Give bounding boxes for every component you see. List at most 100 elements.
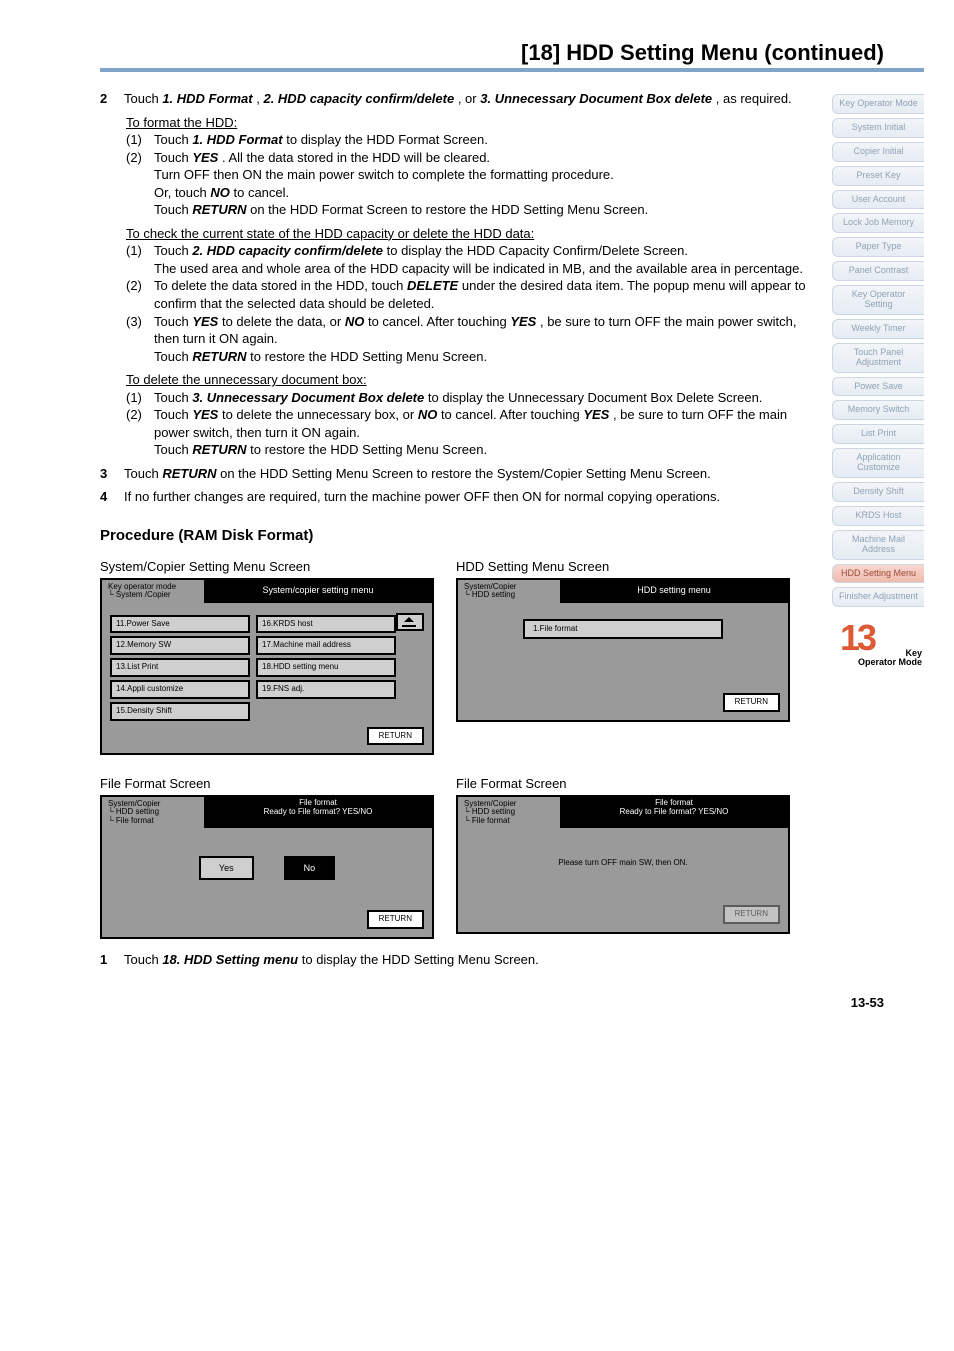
s2b1-pre: Touch [154,243,192,258]
s2b3-b3: YES [510,314,536,329]
step-number-4: 4 [100,488,114,506]
label-screen-hdd: HDD Setting Menu Screen [456,558,796,576]
ui3-crumb3: └ File format [108,817,198,825]
sidebar-tab-18[interactable]: HDD Setting Menu [832,564,924,584]
ui1-return-button[interactable]: RETURN [367,727,424,746]
menu-item-15[interactable]: 15.Density Shift [110,702,250,721]
step2-intro-b3: 3. Unnecessary Document Box delete [480,91,712,106]
s2b3-b2: NO [345,314,365,329]
step2-intro-mid2: , or [458,91,480,106]
sidebar-tab-19[interactable]: Finisher Adjustment [832,587,924,607]
s2b2-num: (2) [126,277,148,312]
s2c2-l2-pre: Touch [154,442,192,457]
s2c2-num: (2) [126,406,148,459]
sidebar-tab-17[interactable]: Machine Mail Address [832,530,924,560]
final-step-num: 1 [100,951,114,969]
s2b3-num: (3) [126,313,148,366]
menu-item-19[interactable]: 19.FNS adj. [256,680,396,699]
s2a2-l4-b: RETURN [192,202,246,217]
sidebar-tab-7[interactable]: Panel Contrast [832,261,924,281]
s2a2-l2: Turn OFF then ON the main power switch t… [154,166,822,184]
menu-item-18[interactable]: 18.HDD setting menu [256,658,396,677]
ui1-crumb2: └ System /Copier [108,591,198,599]
menu-item-11[interactable]: 11.Power Save [110,615,250,634]
sidebar-tab-5[interactable]: Lock Job Memory [832,213,924,233]
ui4-title2: Ready to File format? YES/NO [564,808,784,817]
sidebar-tab-6[interactable]: Paper Type [832,237,924,257]
s3-pre: Touch [124,466,162,481]
s2b1-post: to display the HDD Capacity Confirm/Dele… [387,243,688,258]
s2c2-mid: to delete the unnecessary box, or [222,407,418,422]
menu-item-16[interactable]: 16.KRDS host [256,615,396,634]
ui2-file-format-button[interactable]: 1.File format [523,619,723,640]
final-b: 18. HDD Setting menu [162,952,298,967]
step2-heading-capacity: To check the current state of the HDD ca… [126,225,822,243]
s2c1-pre: Touch [154,390,192,405]
ui3-title2: Ready to File format? YES/NO [208,808,428,817]
label-screen-sys: System/Copier Setting Menu Screen [100,558,440,576]
s2c2-l2-b: RETURN [192,442,246,457]
ui3-return-button[interactable]: RETURN [367,910,424,929]
step2-intro-b1: 1. HDD Format [162,91,252,106]
menu-item-13[interactable]: 13.List Print [110,658,250,677]
sidebar-tab-1[interactable]: System Initial [832,118,924,138]
ui2-return-button[interactable]: RETURN [723,693,780,712]
screenshot-system-copier-menu: Key operator mode └ System /Copier Syste… [100,578,434,756]
s2a2-pre: Touch [154,150,192,165]
ui3-no-button[interactable]: No [284,856,336,880]
page-title: [18] HDD Setting Menu (continued) [100,40,884,66]
menu-item-17[interactable]: 17.Machine mail address [256,636,396,655]
sidebar-tab-13[interactable]: List Print [832,424,924,444]
home-icon[interactable] [396,613,424,631]
procedure-heading: Procedure (RAM Disk Format) [100,526,822,546]
ui4-return-button: RETURN [723,905,780,924]
s2b3-pre: Touch [154,314,192,329]
s2b3-l2-pre: Touch [154,349,192,364]
s2c1-post: to display the Unnecessary Document Box … [428,390,763,405]
sidebar-tab-15[interactable]: Density Shift [832,482,924,502]
sidebar-tab-16[interactable]: KRDS Host [832,506,924,526]
s3-b: RETURN [162,466,216,481]
s2c2-pre: Touch [154,407,192,422]
ui1-title: System/copier setting menu [204,580,432,603]
sidebar-tab-14[interactable]: Application Customize [832,448,924,478]
s2c1-num: (1) [126,389,148,407]
s2a2-post: . All the data stored in the HDD will be… [222,150,490,165]
s2b1-num: (1) [126,242,148,277]
chapter-label: KeyOperator Mode [858,649,922,668]
sidebar-tab-9[interactable]: Weekly Timer [832,319,924,339]
sidebar-tab-2[interactable]: Copier Initial [832,142,924,162]
menu-item-14[interactable]: 14.Appli customize [110,680,250,699]
screenshot-file-format-yesno: System/Copier └ HDD setting └ File forma… [100,795,434,939]
sidebar-tab-4[interactable]: User Account [832,190,924,210]
label-screen-fileformat1: File Format Screen [100,775,440,793]
sidebar-tab-12[interactable]: Memory Switch [832,400,924,420]
final-pre: Touch [124,952,162,967]
sidebar-tab-0[interactable]: Key Operator Mode [832,94,924,114]
s2a1-num: (1) [126,131,148,149]
ui3-yes-button[interactable]: Yes [199,856,254,880]
sidebar-tab-8[interactable]: Key Operator Setting [832,285,924,315]
menu-item-12[interactable]: 12.Memory SW [110,636,250,655]
s2a2-l4-post: on the HDD Format Screen to restore the … [250,202,648,217]
label-screen-fileformat2: File Format Screen [456,775,796,793]
ui2-title: HDD setting menu [560,580,788,603]
screenshot-hdd-setting-menu: System/Copier └ HDD setting HDD setting … [456,578,790,722]
ui4-message: Please turn OFF main SW, then ON. [466,836,780,899]
sidebar-tab-11[interactable]: Power Save [832,377,924,397]
s2a1-b: 1. HDD Format [192,132,282,147]
s2b3-b1: YES [192,314,218,329]
sidebar-tab-3[interactable]: Preset Key [832,166,924,186]
s2a1-pre: Touch [154,132,192,147]
chapter-badge: 13KeyOperator Mode [832,617,924,667]
s2a2-l3-pre: Or, touch [154,185,210,200]
step-number-3: 3 [100,465,114,483]
s2b2-pre: To delete the data stored in the HDD, to… [154,278,407,293]
step2-heading-docbox: To delete the unnecessary document box: [126,371,822,389]
s4-text: If no further changes are required, turn… [124,488,822,506]
s2a2-l4-pre: Touch [154,202,192,217]
s2a2-b: YES [192,150,218,165]
s2a2-l3-b: NO [210,185,230,200]
s2c2-b3: YES [583,407,609,422]
sidebar-tab-10[interactable]: Touch Panel Adjustment [832,343,924,373]
